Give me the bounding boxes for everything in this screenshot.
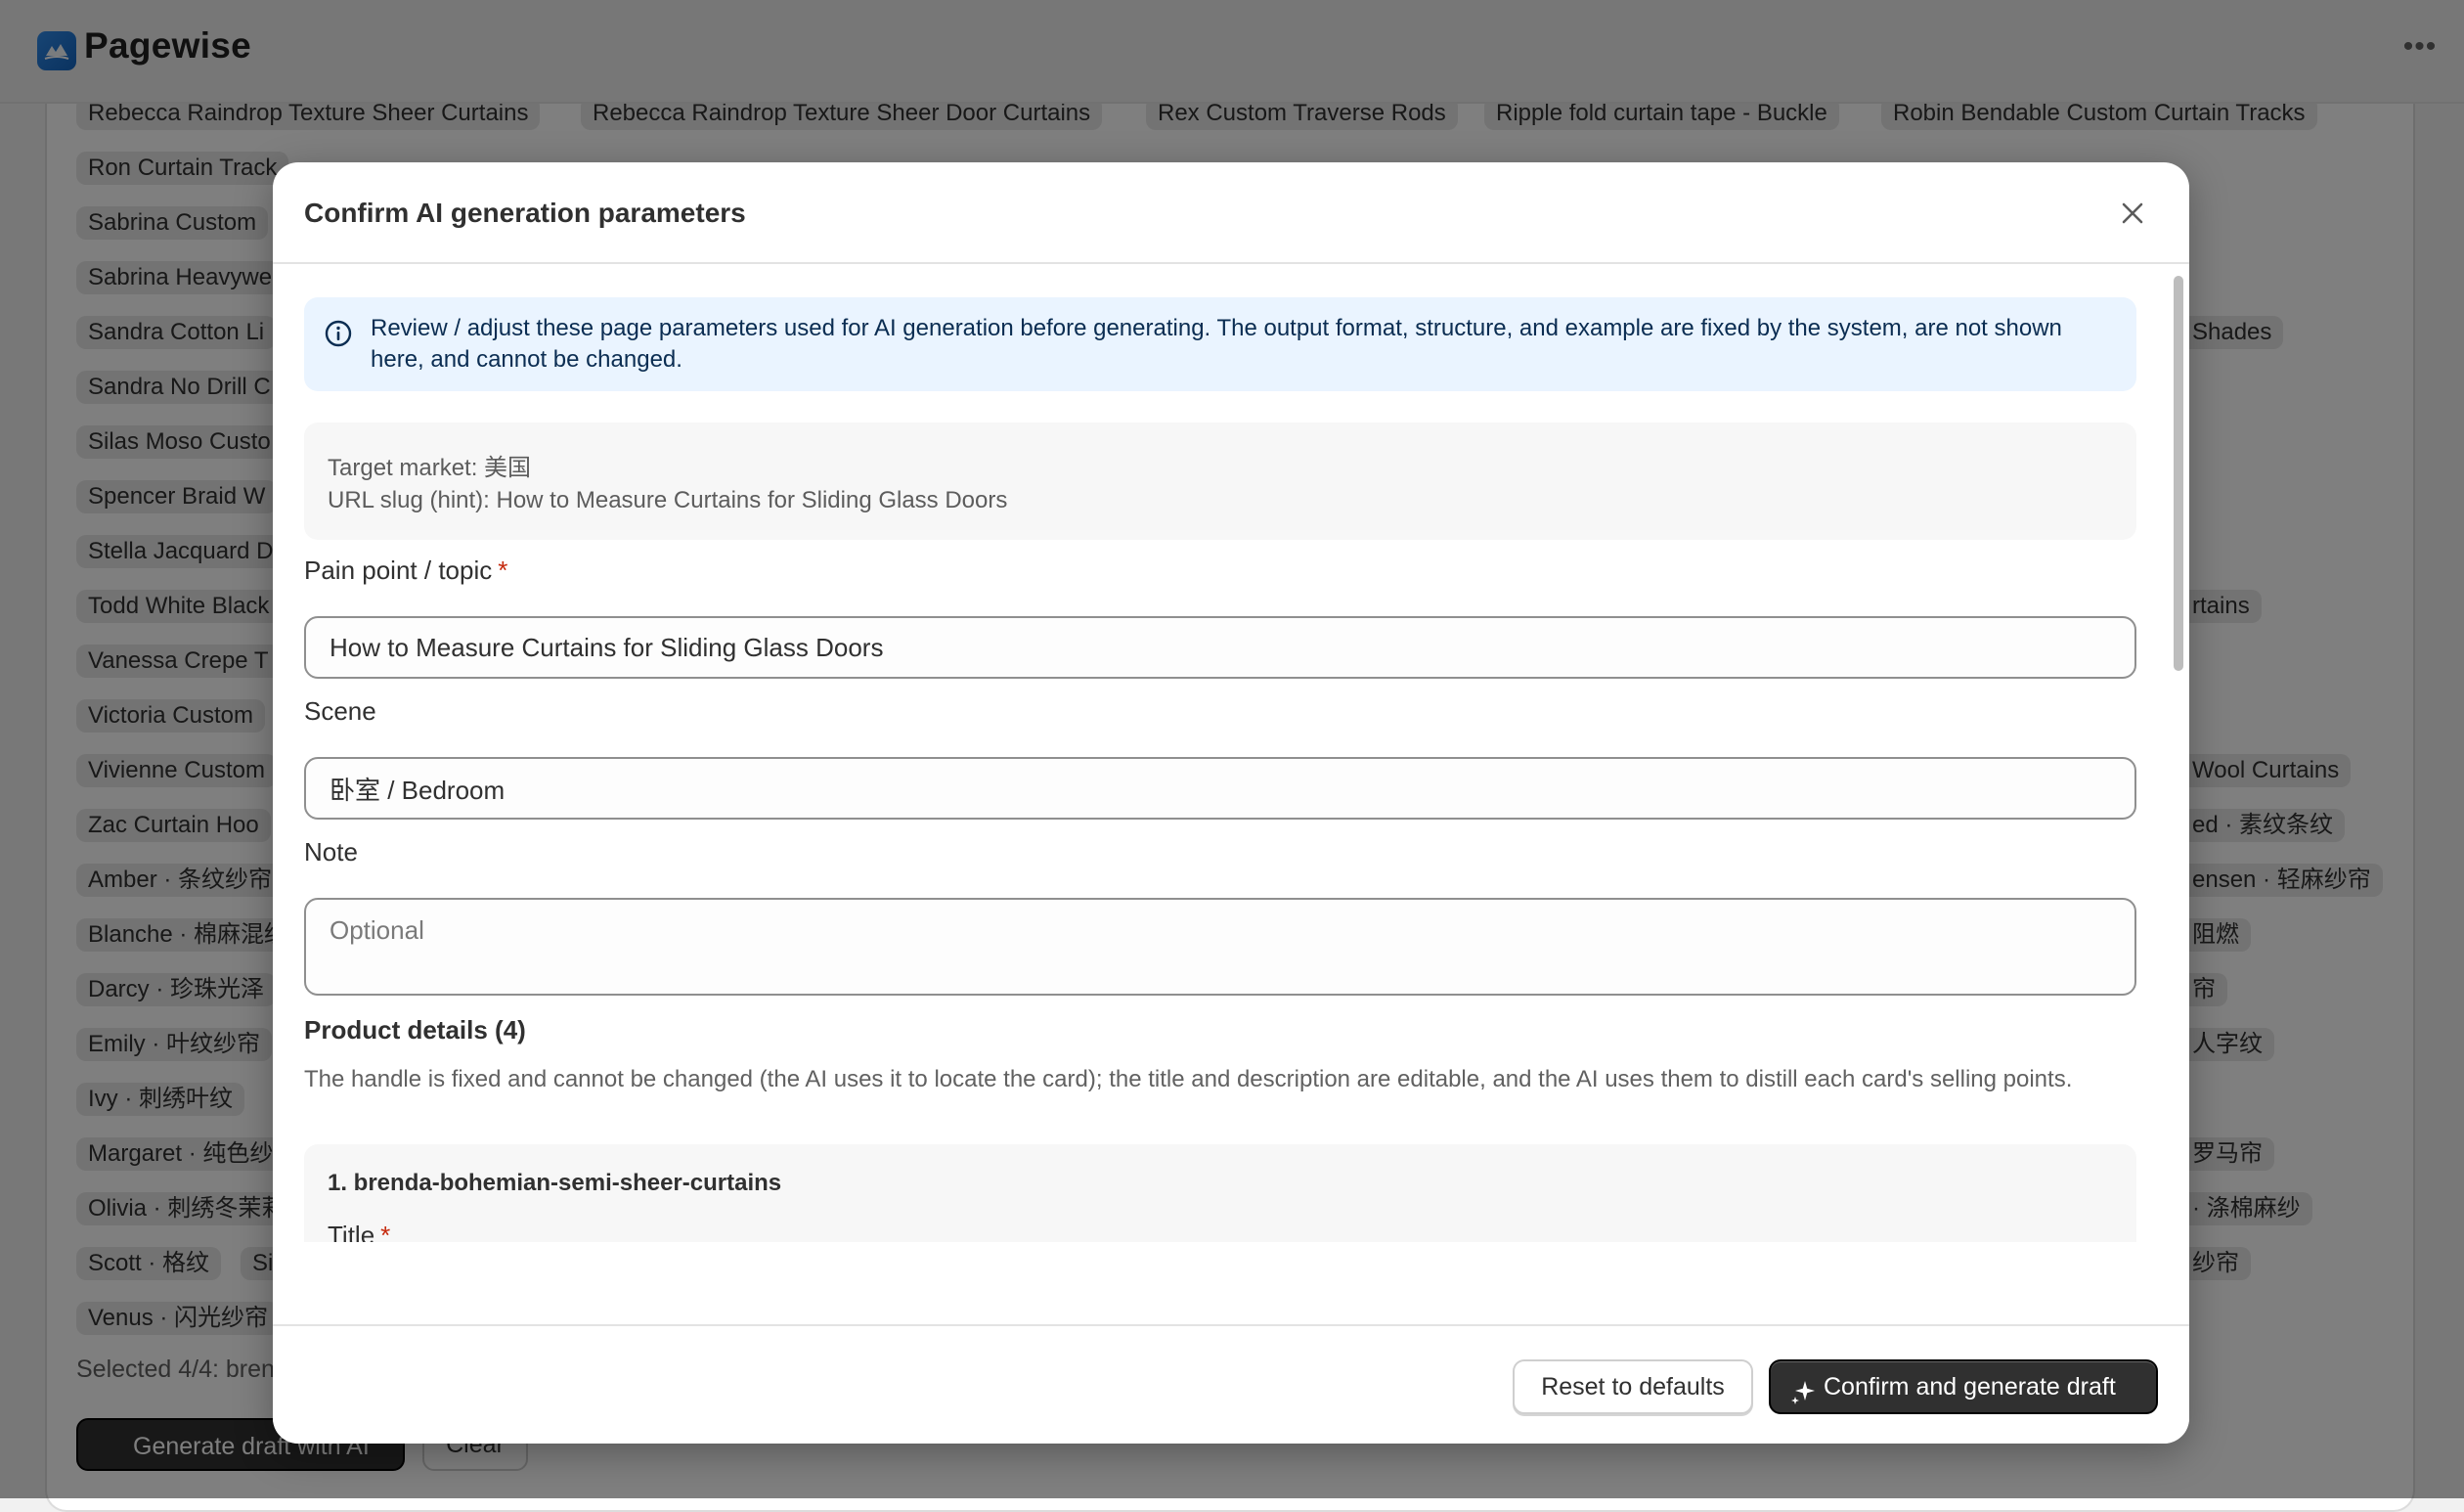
dialog-title: Confirm AI generation parameters: [304, 198, 746, 228]
dialog-body: Review / adjust these page parameters us…: [273, 264, 2189, 1242]
product-details-heading: Product details (4): [304, 1015, 526, 1045]
info-banner: Review / adjust these page parameters us…: [304, 297, 2136, 391]
close-icon[interactable]: [2117, 198, 2148, 229]
confirm-ai-parameters-dialog: Confirm AI generation parameters Review …: [273, 162, 2189, 1444]
required-mark: *: [380, 1221, 391, 1242]
note-textarea[interactable]: [304, 898, 2136, 996]
url-slug-text: URL slug (hint): How to Measure Curtains…: [328, 487, 1008, 513]
confirm-generate-button[interactable]: Confirm and generate draft: [1769, 1359, 2158, 1414]
product-details-help: The handle is fixed and cannot be change…: [304, 1066, 2073, 1092]
pain-point-input[interactable]: [304, 616, 2136, 679]
dialog-footer: Reset to defaults Confirm and generate d…: [273, 1324, 2189, 1444]
product-title-label: Title *: [328, 1221, 390, 1242]
scene-input[interactable]: [304, 757, 2136, 820]
product-card: 1. brenda-bohemian-semi-sheer-curtains T…: [304, 1144, 2136, 1242]
product-handle: 1. brenda-bohemian-semi-sheer-curtains: [328, 1170, 782, 1196]
pain-point-label-text: Pain point / topic: [304, 556, 493, 585]
confirm-generate-label: Confirm and generate draft: [1824, 1373, 2116, 1401]
scene-label: Scene: [304, 696, 376, 726]
required-mark: *: [498, 556, 508, 585]
sparkle-icon: [1788, 1374, 1818, 1425]
reset-defaults-button[interactable]: Reset to defaults: [1513, 1359, 1753, 1414]
dialog-header: Confirm AI generation parameters: [273, 162, 2189, 264]
note-label: Note: [304, 837, 358, 867]
product-title-label-text: Title: [328, 1221, 375, 1242]
target-market-text: Target market: 美国: [328, 455, 532, 481]
fixed-params-box: Target market: 美国 URL slug (hint): How t…: [304, 422, 2136, 540]
dialog-scrollbar[interactable]: [2174, 276, 2183, 671]
pain-point-label: Pain point / topic *: [304, 556, 507, 586]
info-text: Review / adjust these page parameters us…: [371, 315, 2062, 373]
info-icon: [324, 319, 353, 353]
